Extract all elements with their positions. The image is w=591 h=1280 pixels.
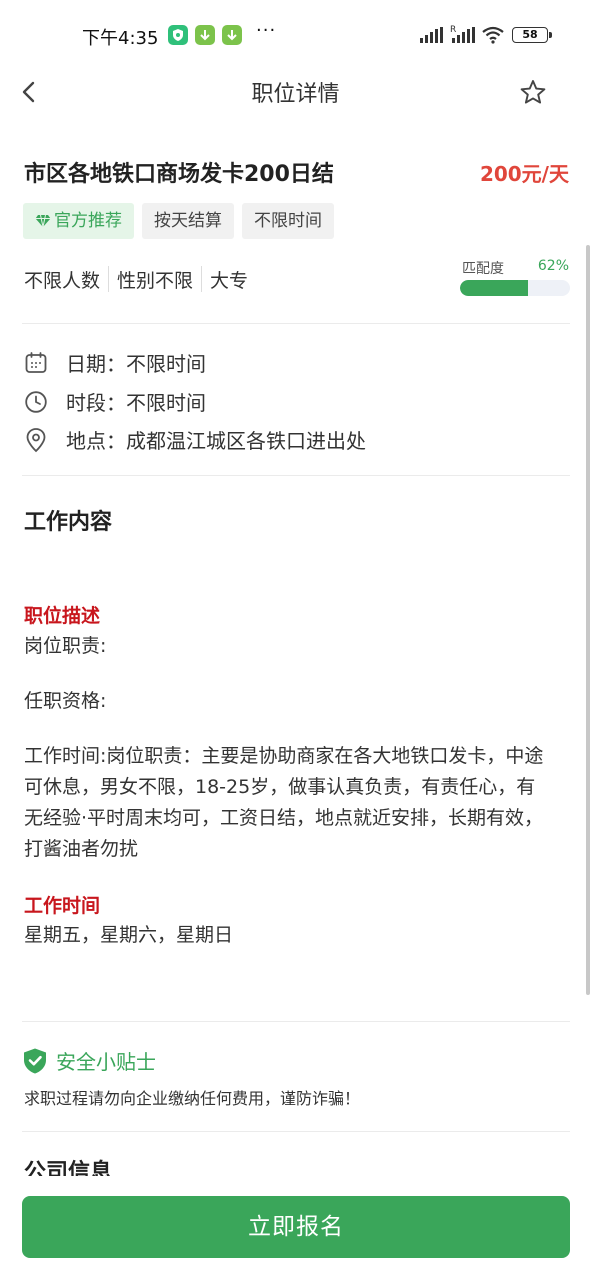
info-location-row: 地点：成都温江城区各铁口进出处: [24, 425, 366, 454]
match-progress-bar: [460, 280, 570, 296]
job-salary: 200元/天: [479, 162, 569, 186]
shield-app-icon: [168, 25, 188, 45]
battery-tip: [549, 32, 552, 38]
divider: [22, 475, 570, 476]
status-bar: 下午4:35 ··· R 58: [0, 0, 591, 70]
diamond-icon: [35, 214, 51, 228]
match-label: 匹配度: [462, 261, 504, 277]
match-progress-fill: [460, 280, 529, 296]
company-info-title: 公司信息: [24, 1160, 113, 1176]
location-pin-icon: [26, 427, 46, 452]
tag-label: 官方推荐: [54, 211, 122, 231]
clock-icon: [25, 390, 47, 413]
tag-any-time: 不限时间: [242, 203, 334, 239]
job-description-title: 职位描述: [24, 605, 101, 627]
scrollbar-thumb[interactable]: [586, 245, 590, 995]
job-qualifications-label: 任职资格:: [24, 690, 107, 712]
work-content-title: 工作内容: [24, 510, 113, 535]
work-time-paragraph: 工作时间:岗位职责：主要是协助商家在各大地铁口发卡，中途可休息，男女不限，18-…: [24, 745, 544, 860]
info-location-text: 地点：成都温江城区各铁口进出处: [66, 429, 366, 453]
info-date-text: 日期：不限时间: [66, 352, 206, 376]
calendar-icon: [25, 351, 47, 373]
work-days-text: 星期五，星期六，星期日: [24, 924, 234, 946]
info-period-text: 时段：不限时间: [66, 391, 206, 415]
svg-text:R: R: [450, 25, 456, 35]
cellular-signal-icon: [420, 27, 443, 43]
attr-gender: 性别不限: [117, 270, 194, 292]
status-time: 下午4:35: [82, 28, 159, 49]
wifi-icon: [482, 26, 504, 44]
star-icon: [520, 80, 546, 104]
safety-tips-text: 求职过程请勿向企业缴纳任何费用，谨防诈骗！: [24, 1089, 361, 1108]
match-value: 62%: [537, 258, 569, 274]
cellular-signal-roaming-icon: R: [450, 25, 475, 43]
safety-tips-header: 安全小贴士: [22, 1046, 156, 1075]
attr-divider: [201, 266, 203, 292]
tag-official-recommend: 官方推荐: [23, 203, 134, 239]
divider: [22, 1131, 570, 1132]
download-notification-icon-2: [222, 25, 242, 45]
info-period-row: 时段：不限时间: [24, 387, 206, 416]
shield-check-icon: [24, 1048, 46, 1073]
attr-headcount: 不限人数: [24, 270, 101, 292]
attr-divider: [108, 266, 110, 292]
nav-bar: 职位详情: [0, 64, 591, 120]
more-notifications-icon: ···: [256, 20, 277, 41]
divider: [22, 323, 570, 324]
page-title: 职位详情: [251, 82, 340, 107]
info-date-row: 日期：不限时间: [24, 348, 206, 377]
safety-tips-title: 安全小贴士: [56, 1050, 156, 1074]
tag-daily-settle: 按天结算: [142, 203, 234, 239]
battery-icon: 58: [512, 27, 548, 43]
apply-now-button[interactable]: 立即报名: [22, 1196, 570, 1258]
job-duties-label: 岗位职责:: [24, 635, 107, 657]
work-time-title: 工作时间: [24, 895, 101, 917]
favorite-button[interactable]: [516, 76, 550, 110]
job-tags: 官方推荐 按天结算 不限时间: [23, 203, 334, 239]
attr-education: 大专: [210, 270, 249, 292]
download-notification-icon: [195, 25, 215, 45]
divider: [22, 1021, 570, 1022]
job-title: 市区各地铁口商场发卡200日结: [24, 162, 334, 187]
job-attributes: 不限人数 性别不限 大专: [24, 266, 256, 293]
